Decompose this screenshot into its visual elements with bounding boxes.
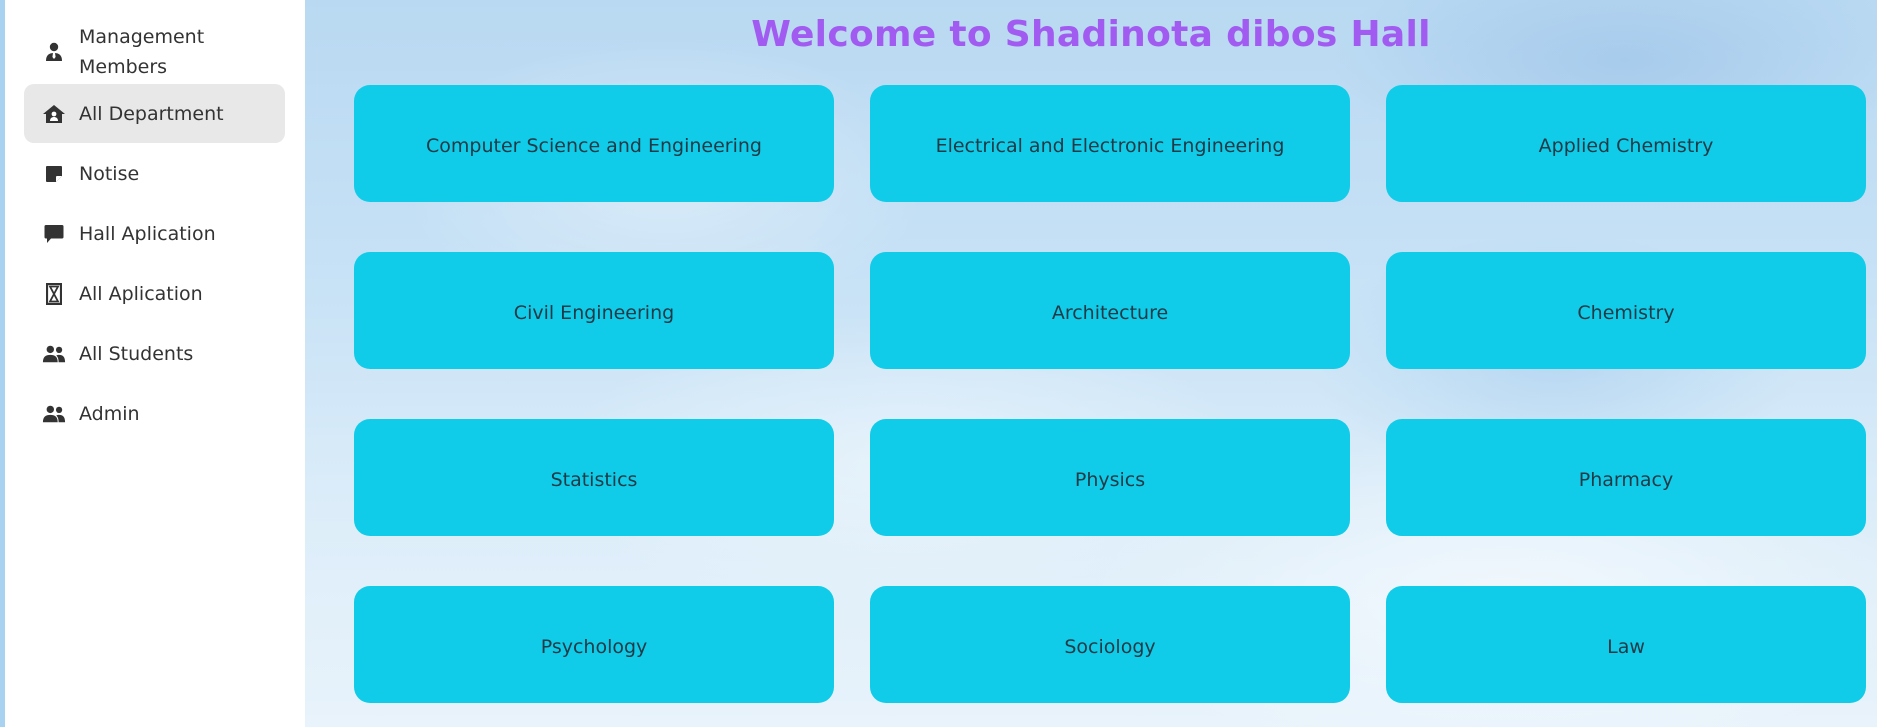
sidebar-item-label: Management Members [79,26,205,78]
department-card[interactable]: Applied Chemistry [1386,85,1866,202]
sidebar-item-admin[interactable]: Admin [24,384,285,443]
sidebar-item-notise[interactable]: Notise [24,144,285,203]
sidebar-item-label: All Department [79,102,224,125]
users-icon [42,342,66,366]
sidebar-item-all-aplication[interactable]: All Aplication [24,264,285,323]
department-card[interactable]: Statistics [354,419,834,536]
department-grid: Computer Science and Engineering Electri… [354,85,1866,703]
main-content: Welcome to Shadinota dibos Hall Computer… [305,0,1877,727]
sidebar-item-all-students[interactable]: All Students [24,324,285,383]
department-card[interactable]: Psychology [354,586,834,703]
house-user-icon [42,102,66,126]
department-card[interactable]: Architecture [870,252,1350,369]
sidebar: Management Members All Department Notise… [0,0,305,727]
department-card[interactable]: Law [1386,586,1866,703]
users-icon [42,402,66,426]
sidebar-item-label: Admin [79,402,140,425]
department-card[interactable]: Pharmacy [1386,419,1866,536]
page-title: Welcome to Shadinota dibos Hall [751,14,1431,55]
department-card[interactable]: Chemistry [1386,252,1866,369]
department-card[interactable]: Sociology [870,586,1350,703]
sidebar-item-label: Notise [79,162,140,185]
sidebar-item-hall-aplication[interactable]: Hall Aplication [24,204,285,263]
sidebar-item-all-department[interactable]: All Department [24,84,285,143]
user-tie-icon [42,40,66,64]
department-card[interactable]: Civil Engineering [354,252,834,369]
comment-icon [42,222,66,246]
department-card[interactable]: Electrical and Electronic Engineering [870,85,1350,202]
department-card[interactable]: Computer Science and Engineering [354,85,834,202]
sidebar-item-management-members[interactable]: Management Members [24,21,285,83]
hourglass-icon [42,282,66,306]
sidebar-item-label: All Aplication [79,282,203,305]
note-icon [42,162,66,186]
sidebar-item-label: All Students [79,342,194,365]
department-card[interactable]: Physics [870,419,1350,536]
sidebar-item-label: Hall Aplication [79,222,216,245]
